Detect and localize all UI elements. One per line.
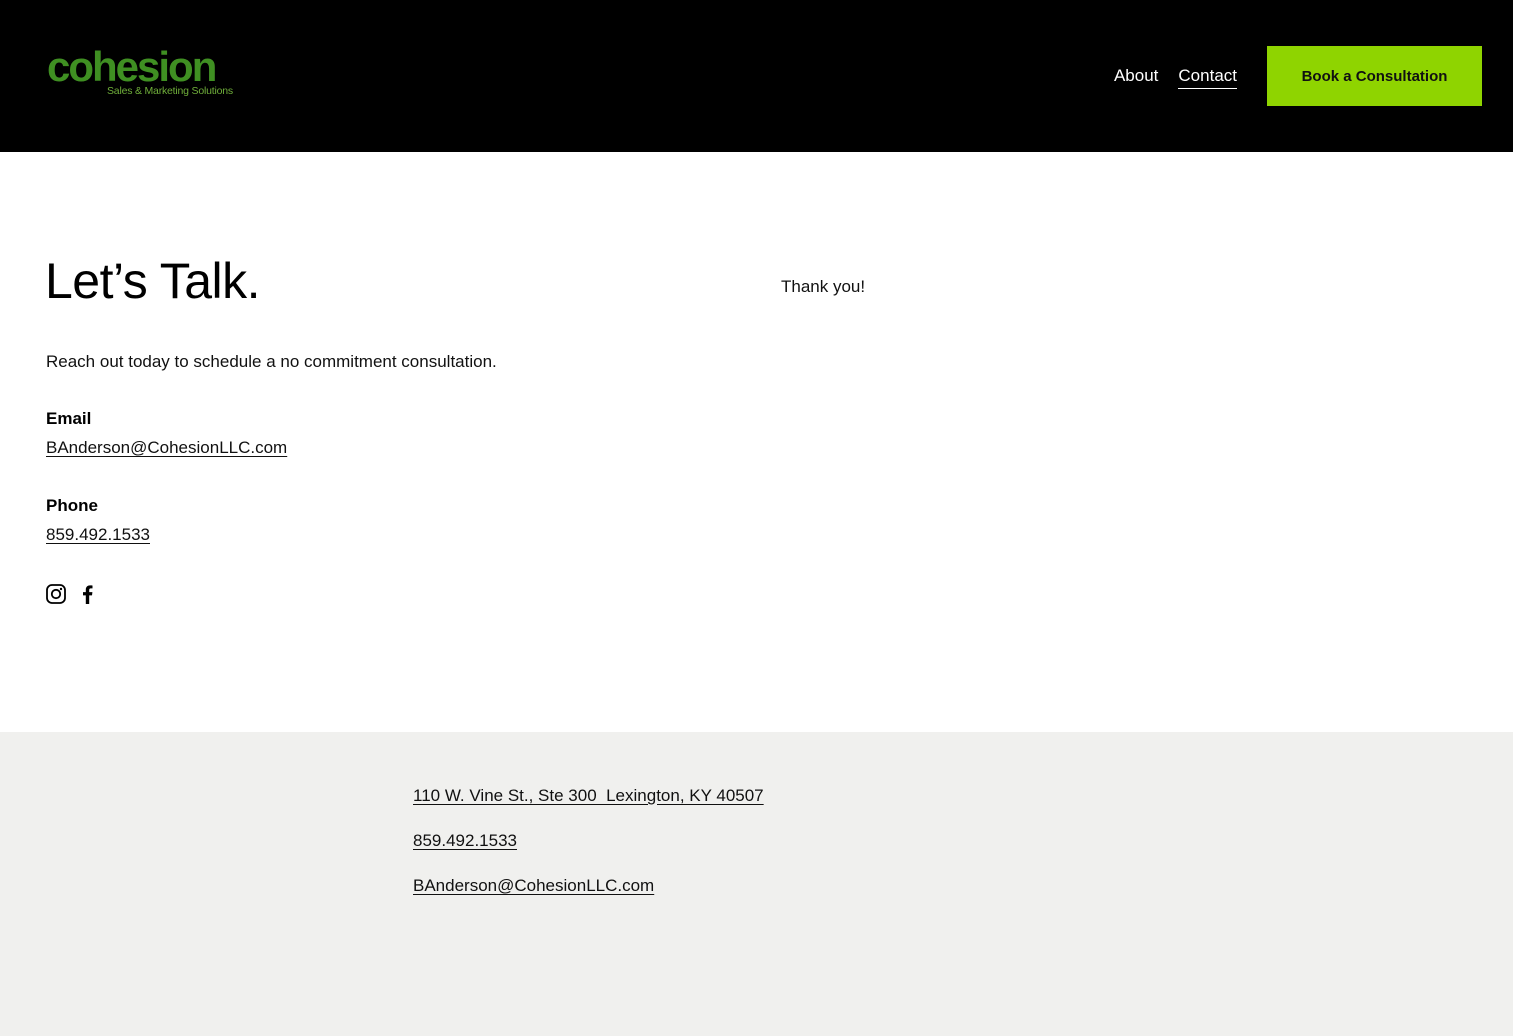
site-header: cohesion Sales & Marketing Solutions Abo… <box>0 0 1513 152</box>
facebook-icon[interactable] <box>78 583 98 605</box>
footer-phone-link[interactable]: 859.492.1533 <box>413 831 517 851</box>
phone-label: Phone <box>46 496 98 515</box>
phone-link[interactable]: 859.492.1533 <box>46 525 150 545</box>
nav-contact-link[interactable]: Contact <box>1178 66 1237 89</box>
logo-tagline: Sales & Marketing Solutions <box>107 85 233 97</box>
book-consultation-button[interactable]: Book a Consultation <box>1267 46 1482 106</box>
contact-section: Let’s Talk. Reach out today to schedule … <box>0 152 1513 732</box>
instagram-icon[interactable] <box>46 583 66 605</box>
logo-wordmark: cohesion <box>47 43 217 90</box>
nav-about-link[interactable]: About <box>1114 66 1158 89</box>
form-thank-you-message: Thank you! <box>781 277 866 296</box>
main-nav: About Contact <box>1114 66 1237 89</box>
intro-text: Reach out today to schedule a no commitm… <box>46 352 497 371</box>
social-links <box>46 583 98 605</box>
footer-address-link[interactable]: 110 W. Vine St., Ste 300 Lexington, KY 4… <box>413 786 764 806</box>
email-link[interactable]: BAnderson@CohesionLLC.com <box>46 438 287 458</box>
page-title: Let’s Talk. <box>45 253 261 309</box>
email-label: Email <box>46 409 92 428</box>
footer-email-link[interactable]: BAnderson@CohesionLLC.com <box>413 876 654 896</box>
site-footer: 110 W. Vine St., Ste 300 Lexington, KY 4… <box>0 732 1513 1036</box>
logo[interactable]: cohesion Sales & Marketing Solutions <box>47 46 233 102</box>
